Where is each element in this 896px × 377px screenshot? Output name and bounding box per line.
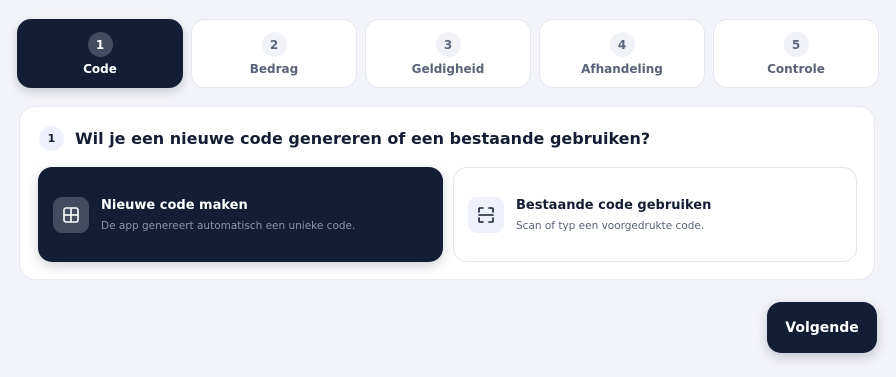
- scan-icon: [468, 196, 504, 233]
- step-label: Geldigheid: [411, 62, 485, 76]
- question-header: 1 Wil je een nieuwe code genereren of ee…: [39, 126, 650, 151]
- step-number: 2: [261, 32, 287, 57]
- step-number: 5: [783, 32, 809, 57]
- option-existing-code[interactable]: Bestaande code gebruiken Scan of typ een…: [453, 167, 857, 262]
- step-bedrag[interactable]: 2 Bedrag: [191, 19, 357, 88]
- question-card: 1 Wil je een nieuwe code genereren of ee…: [19, 106, 875, 280]
- step-controle[interactable]: 5 Controle: [713, 19, 879, 88]
- question-number: 1: [39, 126, 64, 151]
- step-afhandeling[interactable]: 4 Afhandeling: [539, 19, 705, 88]
- grid-icon: [53, 196, 89, 233]
- step-number: 4: [609, 32, 635, 57]
- option-text: Bestaande code gebruiken Scan of typ een…: [516, 198, 711, 232]
- question-text: Wil je een nieuwe code genereren of een …: [75, 129, 651, 148]
- stepper: 1 Code 2 Bedrag 3 Geldigheid 4 Afhandeli…: [17, 19, 879, 88]
- option-description: Scan of typ een voorgedrukte code.: [516, 219, 705, 232]
- step-label: Afhandeling: [581, 62, 663, 76]
- step-code[interactable]: 1 Code: [17, 19, 183, 88]
- step-number: 3: [435, 32, 461, 57]
- option-text: Nieuwe code maken De app genereert autom…: [101, 198, 355, 232]
- option-title: Nieuwe code maken: [101, 197, 248, 213]
- step-label: Bedrag: [249, 62, 299, 76]
- step-label: Code: [83, 62, 117, 76]
- option-new-code[interactable]: Nieuwe code maken De app genereert autom…: [38, 167, 443, 262]
- step-label: Controle: [767, 62, 825, 76]
- step-number: 1: [87, 32, 113, 57]
- option-description: De app genereert automatisch een unieke …: [101, 219, 356, 232]
- step-geldigheid[interactable]: 3 Geldigheid: [365, 19, 531, 88]
- next-button[interactable]: Volgende: [767, 302, 877, 353]
- option-title: Bestaande code gebruiken: [516, 197, 712, 213]
